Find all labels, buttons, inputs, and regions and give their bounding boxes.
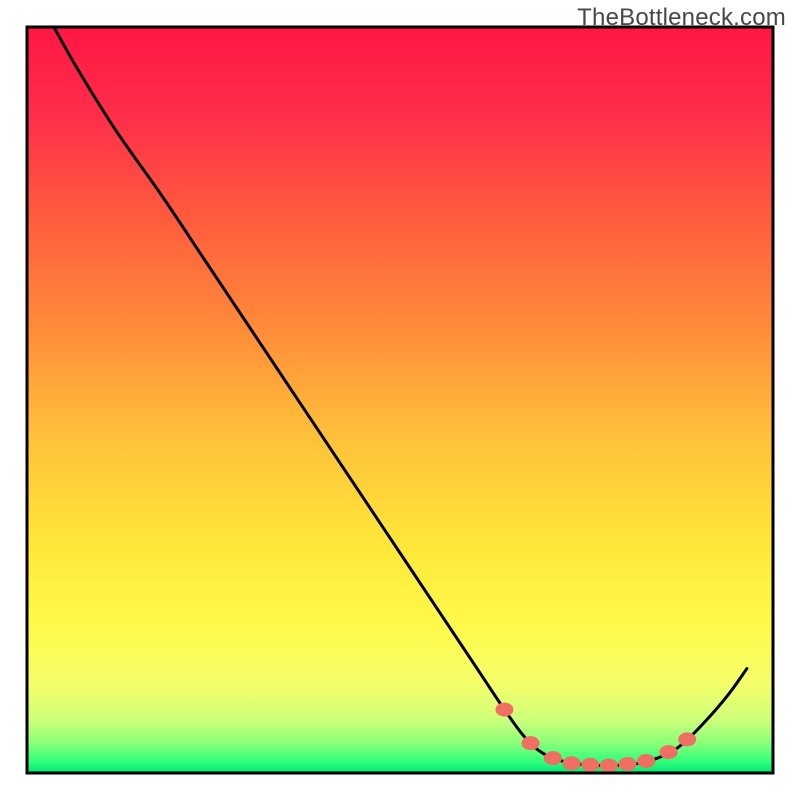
data-marker xyxy=(563,756,581,770)
data-marker xyxy=(495,703,513,717)
data-marker xyxy=(600,759,618,773)
data-marker xyxy=(678,732,696,746)
bottleneck-chart: TheBottleneck.com xyxy=(0,0,800,800)
site-watermark: TheBottleneck.com xyxy=(577,4,786,32)
data-marker xyxy=(581,758,599,772)
data-marker xyxy=(619,757,637,771)
data-marker xyxy=(522,736,540,750)
data-marker xyxy=(637,754,655,768)
gradient-background xyxy=(27,27,773,773)
data-marker xyxy=(660,745,678,759)
chart-svg xyxy=(0,0,800,800)
data-marker xyxy=(544,751,562,765)
